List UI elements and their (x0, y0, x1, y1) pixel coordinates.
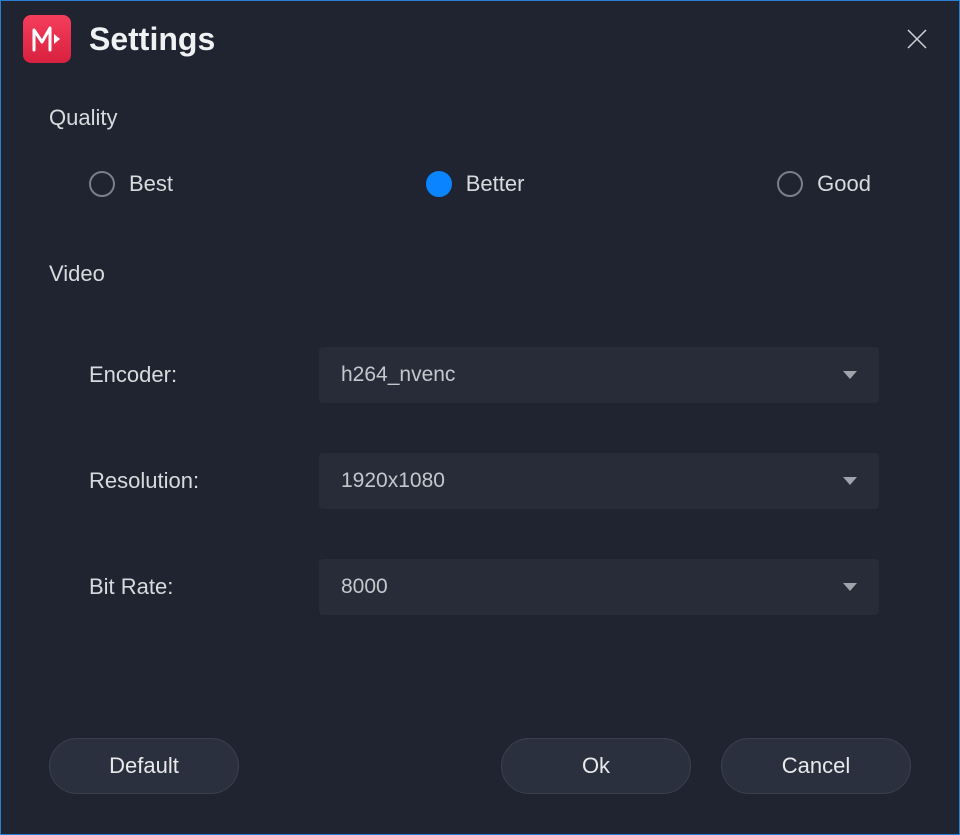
quality-radio-best[interactable]: Best (89, 171, 173, 197)
cancel-button[interactable]: Cancel (721, 738, 911, 794)
resolution-label: Resolution: (89, 468, 319, 494)
encoder-select[interactable]: h264_nvenc (319, 347, 879, 403)
chevron-down-icon (843, 371, 857, 379)
quality-radio-good[interactable]: Good (777, 171, 871, 197)
encoder-field-row: Encoder: h264_nvenc (49, 347, 911, 403)
radio-icon (777, 171, 803, 197)
resolution-value: 1920x1080 (341, 469, 445, 493)
content-area: Quality Best Better Good Video Encoder: … (1, 77, 959, 738)
radio-label: Better (466, 171, 525, 197)
quality-section-label: Quality (49, 105, 911, 131)
resolution-select[interactable]: 1920x1080 (319, 453, 879, 509)
radio-label: Best (129, 171, 173, 197)
quality-radio-group: Best Better Good (49, 171, 911, 197)
encoder-label: Encoder: (89, 362, 319, 388)
bitrate-select[interactable]: 8000 (319, 559, 879, 615)
chevron-down-icon (843, 583, 857, 591)
chevron-down-icon (843, 477, 857, 485)
bitrate-label: Bit Rate: (89, 574, 319, 600)
encoder-value: h264_nvenc (341, 363, 455, 387)
radio-label: Good (817, 171, 871, 197)
titlebar: Settings (1, 1, 959, 77)
quality-radio-better[interactable]: Better (426, 171, 525, 197)
bitrate-field-row: Bit Rate: 8000 (49, 559, 911, 615)
default-button[interactable]: Default (49, 738, 239, 794)
radio-icon (426, 171, 452, 197)
close-button[interactable] (897, 19, 937, 59)
ok-button[interactable]: Ok (501, 738, 691, 794)
close-icon (905, 27, 929, 51)
window-title: Settings (89, 21, 879, 58)
bitrate-value: 8000 (341, 575, 388, 599)
resolution-field-row: Resolution: 1920x1080 (49, 453, 911, 509)
radio-icon (89, 171, 115, 197)
app-icon (23, 15, 71, 63)
video-section-label: Video (49, 261, 911, 287)
settings-window: Settings Quality Best Better Good Vide (0, 0, 960, 835)
button-row: Default Ok Cancel (1, 738, 959, 834)
